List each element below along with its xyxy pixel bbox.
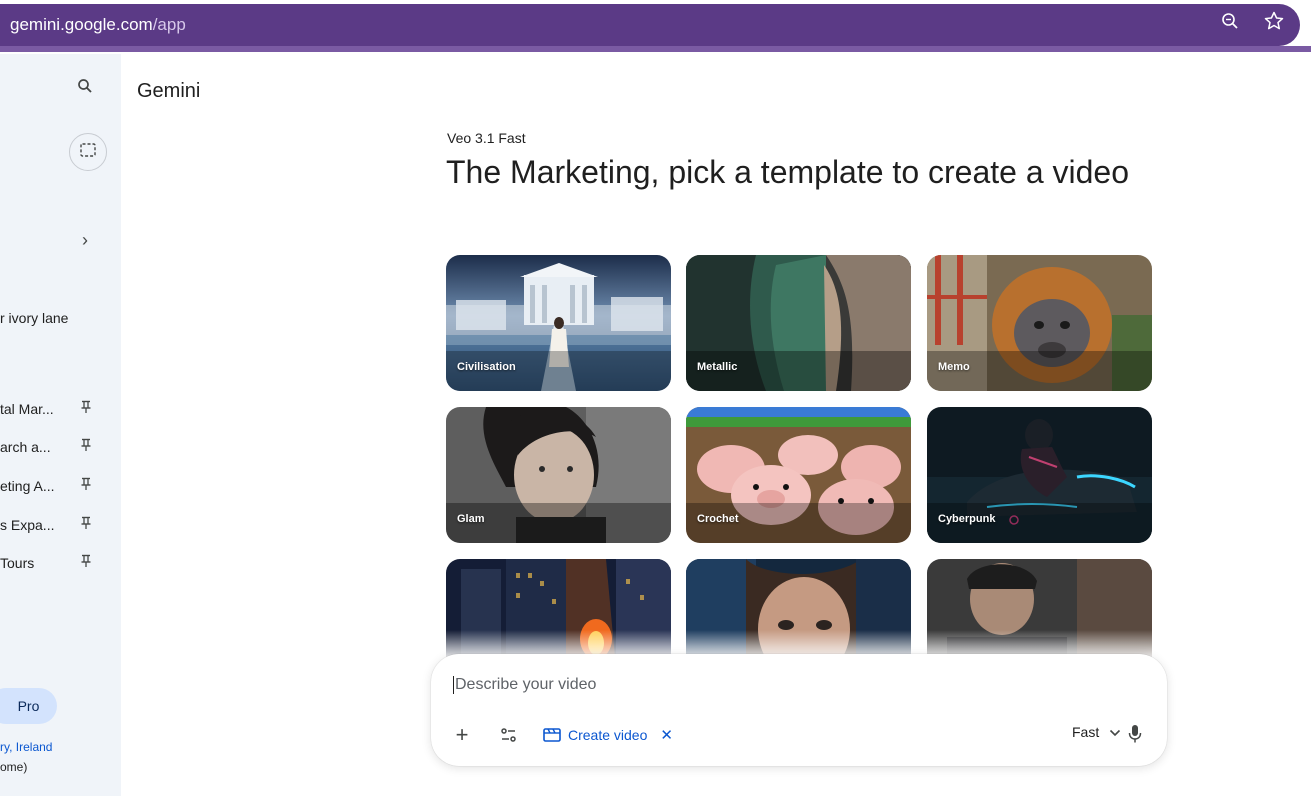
create-video-label: Create video	[568, 727, 648, 743]
page-title: The Marketing, pick a template to create…	[446, 154, 1130, 190]
pin-icon	[80, 438, 96, 456]
mode-label: Fast	[1072, 724, 1100, 740]
sidebar-gem-item[interactable]: r ivory lane	[0, 310, 68, 326]
url-bar-actions	[1219, 10, 1285, 32]
pin-icon	[80, 516, 96, 534]
prompt-composer: + Create video ✕ Fast	[431, 654, 1167, 766]
template-card-cyberpunk[interactable]: Cyberpunk	[927, 407, 1152, 543]
template-label: Cyberpunk	[938, 513, 996, 525]
mode-selector[interactable]: Fast	[1072, 724, 1121, 740]
chevron-down-icon	[1109, 724, 1121, 740]
sidebar-chat-item[interactable]: Tours	[0, 548, 121, 578]
template-card-glam[interactable]: Glam	[446, 407, 671, 543]
zoom-icon[interactable]	[1219, 10, 1241, 32]
prompt-input[interactable]	[453, 676, 1053, 694]
url-path: /app	[152, 15, 186, 34]
pin-icon	[80, 477, 96, 495]
new-chat-button[interactable]	[69, 133, 107, 171]
template-card-metallic[interactable]: Metallic	[686, 255, 911, 391]
chat-title: tal Mar...	[0, 401, 54, 417]
app-brand[interactable]: Gemini	[137, 80, 200, 103]
sidebar-chat-item[interactable]: s Expa...	[0, 510, 121, 540]
sidebar-chat-item[interactable]: tal Mar...	[0, 394, 121, 424]
mic-icon[interactable]	[1128, 724, 1142, 744]
url-bar-shadow	[0, 46, 1311, 52]
sidebar: › r ivory lane tal Mar... arch a... etin…	[0, 54, 121, 796]
chat-title: arch a...	[0, 439, 51, 455]
chat-title: s Expa...	[0, 517, 55, 533]
chat-title: eting A...	[0, 478, 55, 494]
location-link[interactable]: ry, Ireland	[0, 740, 52, 754]
template-card-civilisation[interactable]: Civilisation	[446, 255, 671, 391]
template-card-crochet[interactable]: Crochet	[686, 407, 911, 543]
template-label: Metallic	[697, 361, 738, 373]
new-chat-icon	[80, 142, 96, 162]
browser-url-bar: gemini.google.com/app	[0, 0, 1311, 54]
location-source: ome)	[0, 760, 28, 774]
template-label: Crochet	[697, 513, 739, 525]
url-text[interactable]: gemini.google.com/app	[10, 15, 186, 35]
upgrade-pro-label: Pro	[17, 698, 40, 714]
video-icon	[543, 726, 561, 745]
url-host: gemini.google.com	[10, 15, 153, 34]
template-card-memo[interactable]: Memo	[927, 255, 1152, 391]
url-bar-capsule[interactable]: gemini.google.com/app	[0, 4, 1300, 46]
template-label: Memo	[938, 361, 970, 373]
pin-icon	[80, 400, 96, 418]
sidebar-chat-item[interactable]: arch a...	[0, 432, 121, 462]
pin-icon	[80, 554, 96, 572]
template-label: Glam	[457, 513, 485, 525]
plus-icon[interactable]: +	[451, 724, 473, 746]
model-label: Veo 3.1 Fast	[447, 130, 526, 146]
tools-icon[interactable]	[499, 725, 519, 745]
expand-chevron-icon[interactable]: ›	[82, 230, 100, 252]
sidebar-chat-item[interactable]: eting A...	[0, 471, 121, 501]
search-icon[interactable]	[77, 78, 97, 98]
close-icon[interactable]: ✕	[660, 726, 673, 744]
template-label: Civilisation	[457, 361, 516, 373]
upgrade-pro-button[interactable]: Pro	[0, 688, 57, 724]
create-video-chip[interactable]: Create video ✕	[543, 722, 673, 748]
chat-title: Tours	[0, 555, 35, 571]
bookmark-star-icon[interactable]	[1263, 10, 1285, 32]
